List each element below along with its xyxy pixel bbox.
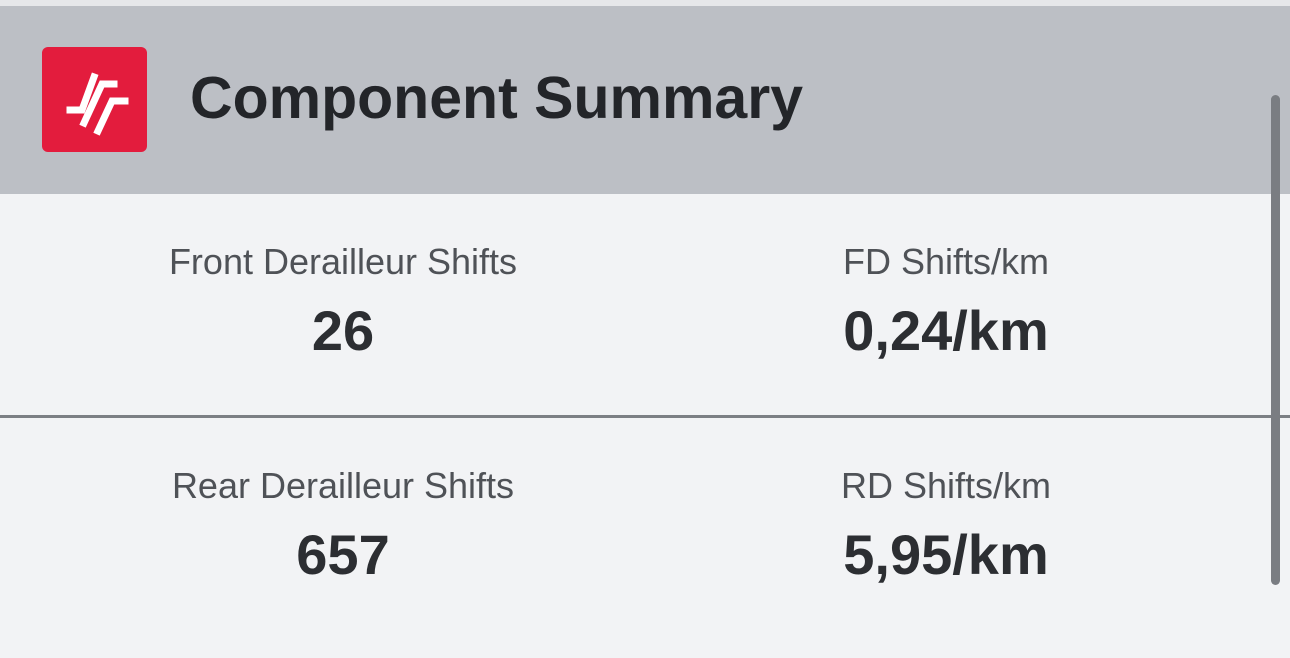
stat-label: Front Derailleur Shifts — [168, 241, 518, 282]
stat-label: FD Shifts/km — [842, 241, 1049, 282]
stat-label: Rear Derailleur Shifts — [171, 465, 515, 506]
summary-content: Front Derailleur Shifts 26 FD Shifts/km … — [0, 194, 1290, 658]
rear-derailleur-row: Rear Derailleur Shifts 657 RD Shifts/km … — [0, 418, 1290, 640]
stat-value: 0,24/km — [843, 299, 1049, 362]
stat-label: RD Shifts/km — [840, 465, 1052, 506]
brand-logo-icon — [42, 47, 147, 152]
vertical-scrollbar[interactable] — [1271, 95, 1280, 585]
stat-value: 26 — [311, 299, 375, 362]
stat-value: 657 — [296, 523, 390, 586]
page-title: Component Summary — [190, 65, 804, 131]
component-summary-header: Component Summary — [0, 6, 1290, 194]
front-derailleur-row: Front Derailleur Shifts 26 FD Shifts/km … — [0, 194, 1290, 418]
stat-value: 5,95/km — [843, 523, 1049, 586]
